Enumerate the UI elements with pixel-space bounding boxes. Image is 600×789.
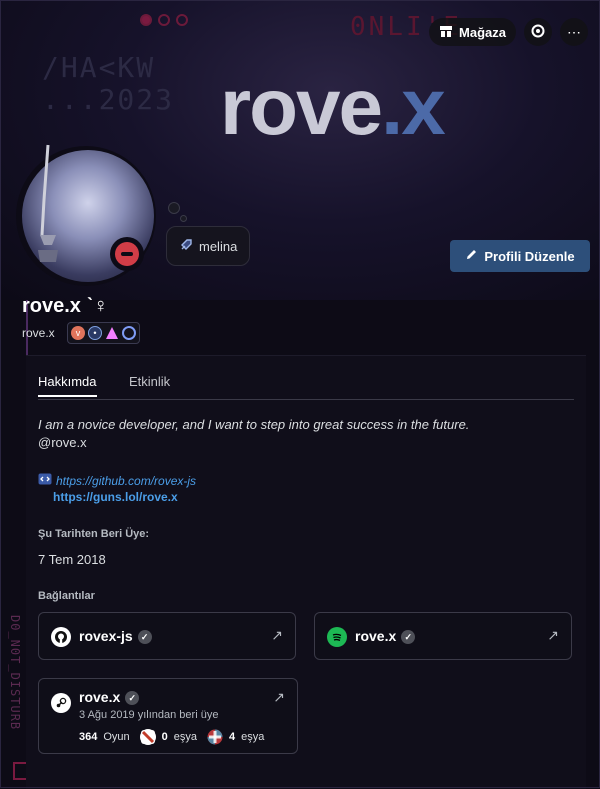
window-frame bbox=[0, 0, 600, 788]
